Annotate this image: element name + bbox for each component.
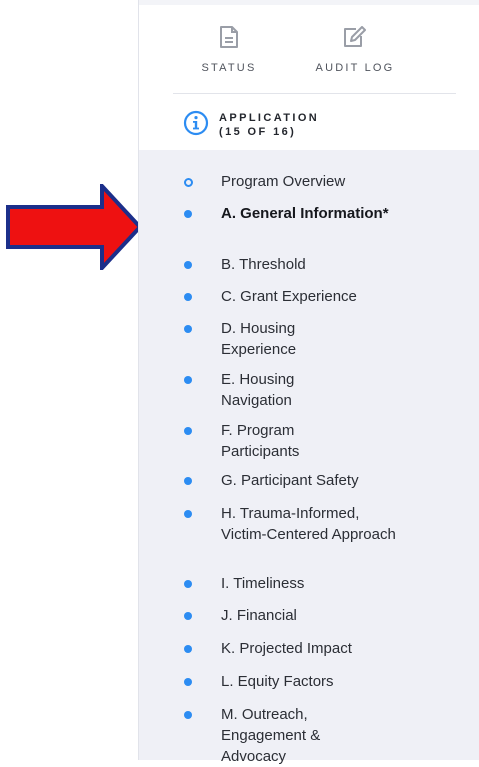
application-progress: (15 OF 16) xyxy=(219,126,297,138)
section-dot-icon xyxy=(184,261,192,269)
audit-log-label: AUDIT LOG xyxy=(315,62,395,74)
nav-item-label: E. Housing Navigation xyxy=(221,371,295,409)
nav-item-label: H. Trauma-Informed, Victim-Centered Appr… xyxy=(221,505,396,543)
nav-item-label: C. Grant Experience xyxy=(221,288,357,305)
section-dot-icon xyxy=(184,678,192,686)
application-sidebar: STATUS AUDIT LOG APPLICATION (15 OF 16) xyxy=(138,0,479,765)
current-section-icon xyxy=(184,178,193,187)
nav-item-label: A. General Information* xyxy=(221,205,389,222)
application-progress-text: APPLICATION (15 OF 16) xyxy=(219,112,319,138)
info-icon xyxy=(183,110,209,136)
annotation-arrow-icon xyxy=(6,184,142,270)
section-dot-icon xyxy=(184,210,192,218)
nav-item-label: K. Projected Impact xyxy=(221,640,352,657)
section-dot-icon xyxy=(184,427,192,435)
section-dot-icon xyxy=(184,612,192,620)
top-border xyxy=(139,0,479,5)
section-dot-icon xyxy=(184,510,192,518)
nav-item-label: G. Participant Safety xyxy=(221,472,359,489)
status-label: STATUS xyxy=(201,62,257,74)
application-title: APPLICATION xyxy=(219,112,320,124)
divider xyxy=(173,93,456,94)
section-dot-icon xyxy=(184,580,192,588)
nav-item-label: L. Equity Factors xyxy=(221,673,334,690)
sidebar-header: STATUS AUDIT LOG APPLICATION (15 OF 16) xyxy=(139,0,479,150)
nav-item-label: I. Timeliness xyxy=(221,575,305,592)
left-margin xyxy=(0,0,138,760)
nav-item-label: Program Overview xyxy=(221,173,346,190)
audit-log-button[interactable]: AUDIT LOG xyxy=(295,26,415,74)
nav-item-label: B. Threshold xyxy=(221,256,306,273)
section-dot-icon xyxy=(184,325,192,333)
document-icon xyxy=(220,26,238,48)
section-dot-icon xyxy=(184,645,192,653)
section-dot-icon xyxy=(184,711,192,719)
edit-icon xyxy=(344,26,366,47)
nav-item-label: D. Housing Experience xyxy=(221,320,297,358)
section-dot-icon xyxy=(184,293,192,301)
nav-item-label: J. Financial xyxy=(221,607,297,624)
nav-item-label: F. Program Participants xyxy=(221,422,300,460)
section-nav: Program Overview A. General Information*… xyxy=(139,150,479,765)
section-dot-icon xyxy=(184,376,192,384)
status-button[interactable]: STATUS xyxy=(169,26,289,74)
section-dot-icon xyxy=(184,477,192,485)
nav-item-label: M. Outreach, Engagement & Advocacy xyxy=(221,706,321,765)
